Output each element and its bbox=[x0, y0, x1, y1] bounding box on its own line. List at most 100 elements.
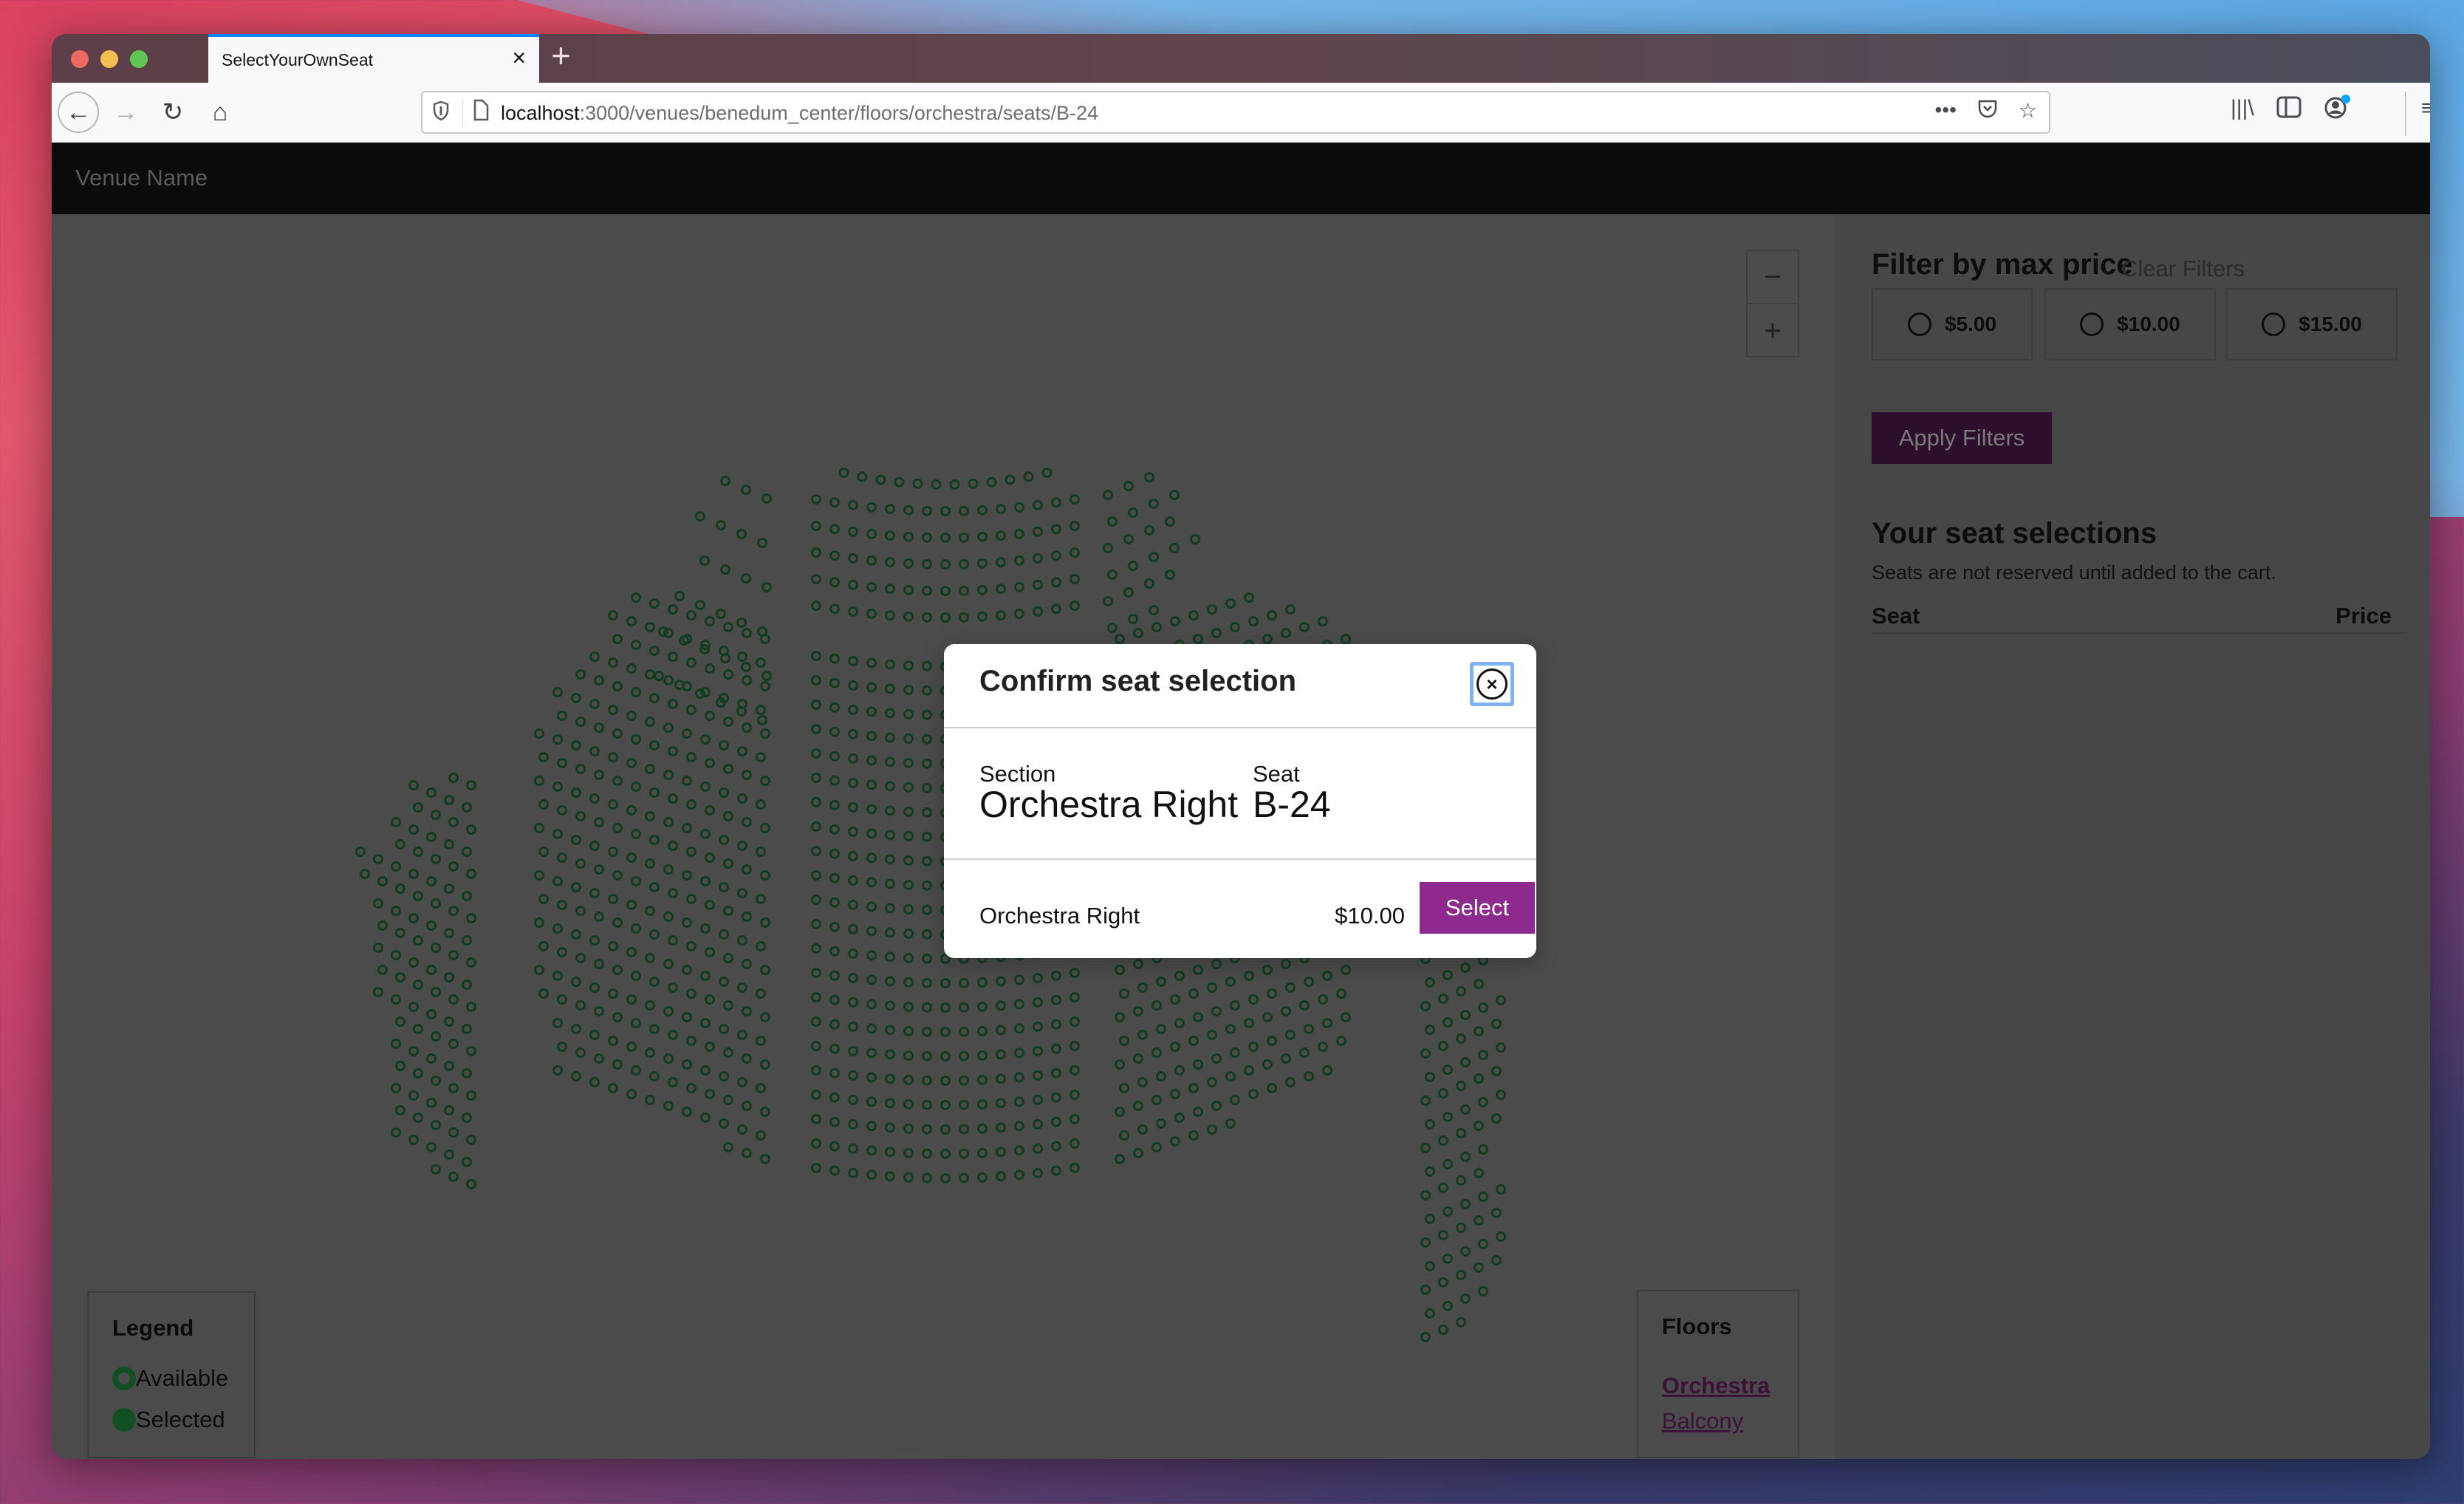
seat[interactable] bbox=[1304, 1071, 1314, 1081]
seat[interactable] bbox=[756, 988, 766, 999]
seat[interactable] bbox=[885, 1146, 895, 1158]
seat[interactable] bbox=[866, 682, 877, 693]
seat[interactable] bbox=[1425, 1166, 1435, 1177]
seat[interactable] bbox=[719, 1118, 729, 1129]
seat[interactable] bbox=[723, 669, 733, 680]
seat[interactable] bbox=[1070, 968, 1080, 978]
seat[interactable] bbox=[538, 847, 549, 857]
seat[interactable] bbox=[668, 604, 678, 615]
seat[interactable] bbox=[903, 806, 914, 817]
seat[interactable] bbox=[885, 878, 895, 889]
seat[interactable] bbox=[1420, 1285, 1431, 1295]
seat[interactable] bbox=[922, 929, 932, 940]
seat[interactable] bbox=[1420, 1048, 1431, 1059]
seat[interactable] bbox=[1051, 1141, 1061, 1152]
seat[interactable] bbox=[736, 529, 747, 539]
seat[interactable] bbox=[922, 532, 932, 543]
seat[interactable] bbox=[1425, 1261, 1435, 1271]
seat[interactable] bbox=[1267, 610, 1277, 621]
seat[interactable] bbox=[903, 1123, 914, 1134]
seat[interactable] bbox=[716, 520, 726, 530]
seat[interactable] bbox=[1491, 1019, 1502, 1029]
seat[interactable] bbox=[756, 847, 766, 857]
seat[interactable] bbox=[866, 1072, 877, 1083]
seat[interactable] bbox=[866, 1121, 877, 1132]
seat[interactable] bbox=[466, 869, 476, 879]
seat[interactable] bbox=[885, 1122, 895, 1133]
seat[interactable] bbox=[705, 758, 715, 768]
seat[interactable] bbox=[426, 1009, 437, 1019]
seat[interactable] bbox=[1267, 1083, 1277, 1093]
seat[interactable] bbox=[866, 1096, 877, 1107]
seat[interactable] bbox=[737, 841, 747, 851]
seat[interactable] bbox=[649, 787, 660, 798]
seat[interactable] bbox=[705, 900, 715, 910]
seat[interactable] bbox=[719, 882, 729, 892]
seat[interactable] bbox=[1128, 614, 1138, 624]
seat[interactable] bbox=[1033, 1021, 1043, 1032]
seat[interactable] bbox=[1174, 1112, 1185, 1123]
price-option-10[interactable]: $10.00 bbox=[2044, 288, 2216, 360]
seat[interactable] bbox=[705, 711, 715, 721]
seat[interactable] bbox=[1225, 598, 1236, 609]
seat[interactable] bbox=[448, 773, 459, 783]
seat[interactable] bbox=[811, 846, 821, 856]
seat[interactable] bbox=[1033, 1094, 1043, 1105]
seat[interactable] bbox=[1190, 534, 1200, 544]
seat[interactable] bbox=[1230, 622, 1240, 632]
seat[interactable] bbox=[1023, 471, 1034, 482]
forward-icon[interactable]: → bbox=[105, 92, 146, 133]
seat[interactable] bbox=[700, 1112, 711, 1123]
seat[interactable] bbox=[866, 804, 877, 815]
seat[interactable] bbox=[742, 770, 752, 780]
reload-icon[interactable]: ↻ bbox=[152, 92, 194, 133]
seat[interactable] bbox=[575, 953, 586, 963]
seat[interactable] bbox=[645, 858, 655, 869]
pocket-icon[interactable] bbox=[1977, 98, 1998, 124]
seat[interactable] bbox=[716, 609, 726, 619]
seat[interactable] bbox=[534, 728, 544, 739]
seat[interactable] bbox=[1144, 472, 1154, 482]
seat[interactable] bbox=[903, 1098, 914, 1110]
seat[interactable] bbox=[1188, 988, 1199, 999]
seat[interactable] bbox=[594, 722, 604, 733]
seat[interactable] bbox=[360, 869, 370, 879]
seat[interactable] bbox=[575, 811, 586, 821]
seat[interactable] bbox=[589, 888, 600, 898]
seat[interactable] bbox=[1420, 1190, 1431, 1200]
seat[interactable] bbox=[552, 782, 563, 792]
seat[interactable] bbox=[1170, 1089, 1180, 1099]
seat[interactable] bbox=[1267, 1036, 1277, 1046]
seat[interactable] bbox=[903, 879, 914, 890]
seat[interactable] bbox=[1033, 526, 1043, 537]
seat[interactable] bbox=[885, 557, 895, 568]
seat[interactable] bbox=[649, 1071, 660, 1081]
seat[interactable] bbox=[557, 805, 567, 816]
seat[interactable] bbox=[1207, 1030, 1217, 1040]
seat[interactable] bbox=[413, 891, 423, 901]
seat[interactable] bbox=[1051, 497, 1061, 508]
seat[interactable] bbox=[1033, 1045, 1043, 1056]
seat[interactable] bbox=[977, 1123, 988, 1134]
seat[interactable] bbox=[444, 839, 454, 850]
seat[interactable] bbox=[1170, 616, 1180, 626]
seat[interactable] bbox=[885, 1049, 895, 1060]
seat[interactable] bbox=[594, 959, 604, 969]
seat[interactable] bbox=[1474, 979, 1484, 989]
seat[interactable] bbox=[848, 948, 858, 959]
seat[interactable] bbox=[391, 994, 401, 1005]
seat[interactable] bbox=[426, 920, 437, 931]
seat[interactable] bbox=[594, 1006, 604, 1016]
seat[interactable] bbox=[1248, 1089, 1259, 1099]
seat[interactable] bbox=[686, 1036, 697, 1046]
seat[interactable] bbox=[1456, 1175, 1466, 1186]
seat[interactable] bbox=[848, 801, 858, 813]
seat[interactable] bbox=[373, 898, 383, 909]
seat[interactable] bbox=[903, 733, 914, 744]
seat[interactable] bbox=[756, 752, 766, 762]
seat[interactable] bbox=[391, 817, 401, 827]
seat[interactable] bbox=[829, 994, 840, 1005]
seat[interactable] bbox=[866, 852, 877, 864]
seat[interactable] bbox=[848, 606, 858, 617]
seat[interactable] bbox=[940, 612, 951, 623]
